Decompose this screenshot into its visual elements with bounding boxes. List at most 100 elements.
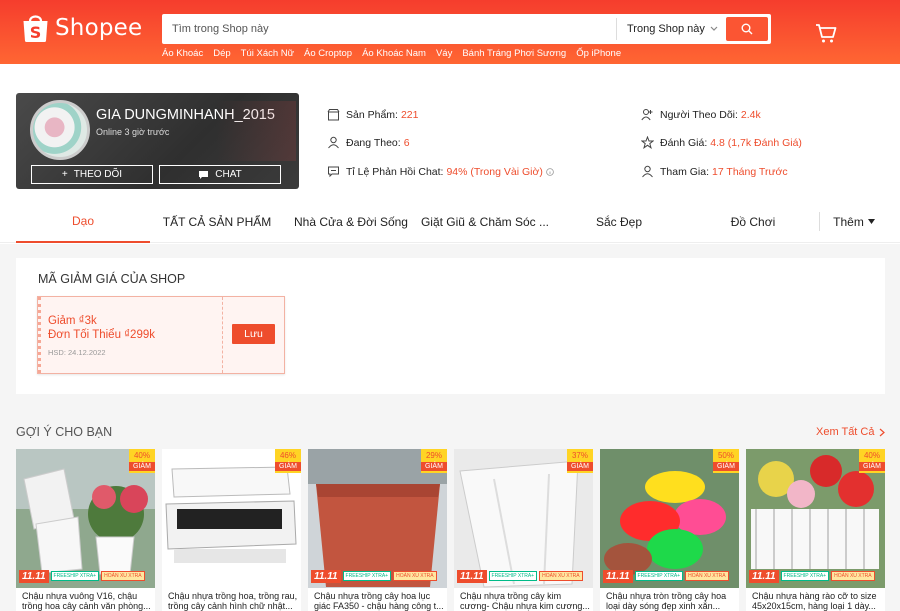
quick-link[interactable]: Ốp iPhone <box>576 48 621 59</box>
product-card[interactable]: 37% GIẢM 11.11 FREESHIP XTRA+ HOÀN XU XTR… <box>454 449 593 611</box>
shop-nav-tabs: Dạo TẤT CẢ SẢN PHẨM Nhà Cửa & Đời Sống G… <box>0 200 900 243</box>
sale-badge: 11.11 <box>749 569 779 583</box>
product-name: Chậu nhựa trồng hoa, trồng rau, trồng câ… <box>168 591 298 611</box>
discount-badge: 37% GIẢM <box>567 449 593 473</box>
see-all-link[interactable]: Xem Tất Cả <box>816 426 885 438</box>
shopping-bag-icon: S <box>23 15 48 42</box>
cashback-badge: HOÀN XU XTRA <box>539 571 583 581</box>
stat-following-value: 6 <box>403 136 410 149</box>
star-icon <box>641 136 654 149</box>
tab-home-living[interactable]: Nhà Cửa & Đời Sống <box>284 200 418 243</box>
tab-beauty[interactable]: Sắc Đẹp <box>552 200 686 243</box>
tab-browse[interactable]: Dạo <box>16 200 150 243</box>
tab-all-products[interactable]: TẤT CẢ SẢN PHẨM <box>150 200 284 243</box>
tab-laundry-care[interactable]: Giặt Giũ & Chăm Sóc ... <box>418 200 552 243</box>
discount-badge: 50% GIẢM <box>713 449 739 473</box>
svg-text:S: S <box>30 23 42 42</box>
quick-link[interactable]: Túi Xách Nữ <box>241 48 294 59</box>
search-input[interactable] <box>162 14 616 44</box>
chevron-right-icon <box>879 428 885 436</box>
stat-joined: Tham Gia: 17 Tháng Trước <box>641 165 788 178</box>
chat-button[interactable]: CHAT <box>159 165 281 184</box>
product-card[interactable]: 46% GIẢM Chậu nhựa trồng hoa, trồng rau, … <box>162 449 301 611</box>
stat-products: Sản Phẩm: 221 <box>327 108 418 121</box>
store-icon <box>327 109 340 121</box>
plus-icon: + <box>61 169 68 180</box>
chevron-down-icon <box>710 26 718 31</box>
product-name: Chậu nhựa trồng cây kim cương- Chậu nhựa… <box>460 591 590 611</box>
follow-label: THEO DÕI <box>73 169 123 180</box>
shop-avatar[interactable] <box>30 100 90 160</box>
discount-badge: 29% GIẢM <box>421 449 447 473</box>
chat-icon <box>199 170 209 179</box>
search-bar: Trong Shop này <box>162 14 771 44</box>
product-name: Chậu nhựa hàng rào cỡ to size 45x20x15cm… <box>752 591 877 611</box>
tab-more[interactable]: Thêm <box>822 200 886 243</box>
shop-online-status: Online 3 giờ trước <box>96 127 170 137</box>
search-scope-label: Trong Shop này <box>627 23 705 35</box>
freeship-badge: FREESHIP XTRA+ <box>50 571 100 581</box>
header-bar: S Shopee Trong Shop này Áo Khoác Dép Túi… <box>0 0 900 64</box>
stat-response-value: 94% (Trong Vài Giờ) <box>446 165 543 178</box>
shop-vouchers: MÃ GIẢM GIÁ CỦA SHOP Giảm ₫3k Đơn Tối Th… <box>16 258 885 394</box>
quick-link[interactable]: Dép <box>213 48 230 59</box>
tab-toys[interactable]: Đồ Chơi <box>686 200 820 243</box>
shop-name: GIA DUNGMINHANH_2015 <box>96 107 275 123</box>
voucher-card: Giảm ₫3k Đơn Tối Thiểu ₫299k HSD: 24.12.… <box>37 296 285 374</box>
cashback-badge: HOÀN XU XTRA <box>685 571 729 581</box>
voucher-save-button[interactable]: Lưu <box>232 324 275 344</box>
product-image: 40% GIẢM 11.11 FREESHIP XTRA+ HOÀN XU XTR… <box>746 449 885 588</box>
product-card[interactable]: 50% GIẢM 11.11 FREESHIP XTRA+ HOÀN XU XTR… <box>600 449 739 611</box>
cashback-badge: HOÀN XU XTRA <box>831 571 875 581</box>
discount-badge: 40% GIẢM <box>859 449 885 473</box>
product-image: 29% GIẢM 11.11 FREESHIP XTRA+ HOÀN XU XTR… <box>308 449 447 588</box>
stat-followers: Người Theo Dõi: 2.4k <box>641 108 761 121</box>
product-image: 37% GIẢM 11.11 FREESHIP XTRA+ HOÀN XU XTR… <box>454 449 593 588</box>
quick-link[interactable]: Áo Khoác <box>162 48 203 59</box>
shopee-logo[interactable]: S Shopee <box>22 12 142 43</box>
product-card[interactable]: 40% GIẢM 11.11 FREESHIP XTRA+ HOÀN XU XTR… <box>746 449 885 611</box>
product-grid: 40% GIẢM 11.11 FREESHIP XTRA+ HOÀN XU XTR… <box>16 449 885 611</box>
product-card[interactable]: 40% GIẢM 11.11 FREESHIP XTRA+ HOÀN XU XTR… <box>16 449 155 611</box>
caret-down-icon <box>867 219 875 224</box>
followers-icon <box>641 109 653 121</box>
cart-icon[interactable] <box>815 22 837 44</box>
promo-badges: 11.11 FREESHIP XTRA+ HOÀN XU XTRA <box>454 566 593 586</box>
search-scope-dropdown[interactable]: Trong Shop này <box>616 18 726 40</box>
quick-link[interactable]: Áo Khoác Nam <box>362 48 426 59</box>
info-icon[interactable] <box>546 167 554 176</box>
stat-rating: Đánh Giá: 4.8 (1,7k Đánh Giá) <box>641 136 802 149</box>
freeship-badge: FREESHIP XTRA+ <box>634 571 684 581</box>
freeship-badge: FREESHIP XTRA+ <box>780 571 830 581</box>
product-name: Chậu nhựa trồng cây hoa lục giác FA350 -… <box>314 591 444 611</box>
discount-badge: 40% GIẢM <box>129 449 155 473</box>
sale-badge: 11.11 <box>457 569 487 583</box>
product-image: 50% GIẢM 11.11 FREESHIP XTRA+ HOÀN XU XTR… <box>600 449 739 588</box>
promo-badges: 11.11 FREESHIP XTRA+ HOÀN XU XTRA <box>600 566 739 586</box>
product-name: Chậu nhựa vuông V16, chậu trồng hoa cây … <box>22 591 151 611</box>
quick-link[interactable]: Váy <box>436 48 452 59</box>
discount-badge: 46% GIẢM <box>275 449 301 473</box>
sale-badge: 11.11 <box>311 569 341 583</box>
quick-link[interactable]: Áo Croptop <box>304 48 352 59</box>
sale-badge: 11.11 <box>603 569 633 583</box>
stat-joined-value: 17 Tháng Trước <box>712 165 788 178</box>
follow-button[interactable]: + THEO DÕI <box>31 165 153 184</box>
product-name: Chậu nhựa tròn trồng cây hoa loại dày só… <box>606 591 727 611</box>
product-card[interactable]: 29% GIẢM 11.11 FREESHIP XTRA+ HOÀN XU XTR… <box>308 449 447 611</box>
voucher-min-order: Đơn Tối Thiểu ₫299k <box>48 329 155 341</box>
freeship-badge: FREESHIP XTRA+ <box>488 571 538 581</box>
sale-badge: 11.11 <box>19 569 49 583</box>
chat-label: CHAT <box>215 169 242 180</box>
recommend-title: GỢI Ý CHO BẠN <box>16 425 113 439</box>
cashback-badge: HOÀN XU XTRA <box>101 571 145 581</box>
quick-link[interactable]: Bánh Tráng Phơi Sương <box>462 48 566 59</box>
promo-badges: 11.11 FREESHIP XTRA+ HOÀN XU XTRA <box>308 566 447 586</box>
product-image: 40% GIẢM 11.11 FREESHIP XTRA+ HOÀN XU XTR… <box>16 449 155 588</box>
product-image: 46% GIẢM <box>162 449 301 588</box>
voucher-section-title: MÃ GIẢM GIÁ CỦA SHOP <box>38 272 186 286</box>
voucher-expiry: HSD: 24.12.2022 <box>48 348 106 357</box>
promo-badges: 11.11 FREESHIP XTRA+ HOÀN XU XTRA <box>16 566 155 586</box>
stat-products-value: 221 <box>400 108 419 121</box>
search-button[interactable] <box>726 17 768 41</box>
